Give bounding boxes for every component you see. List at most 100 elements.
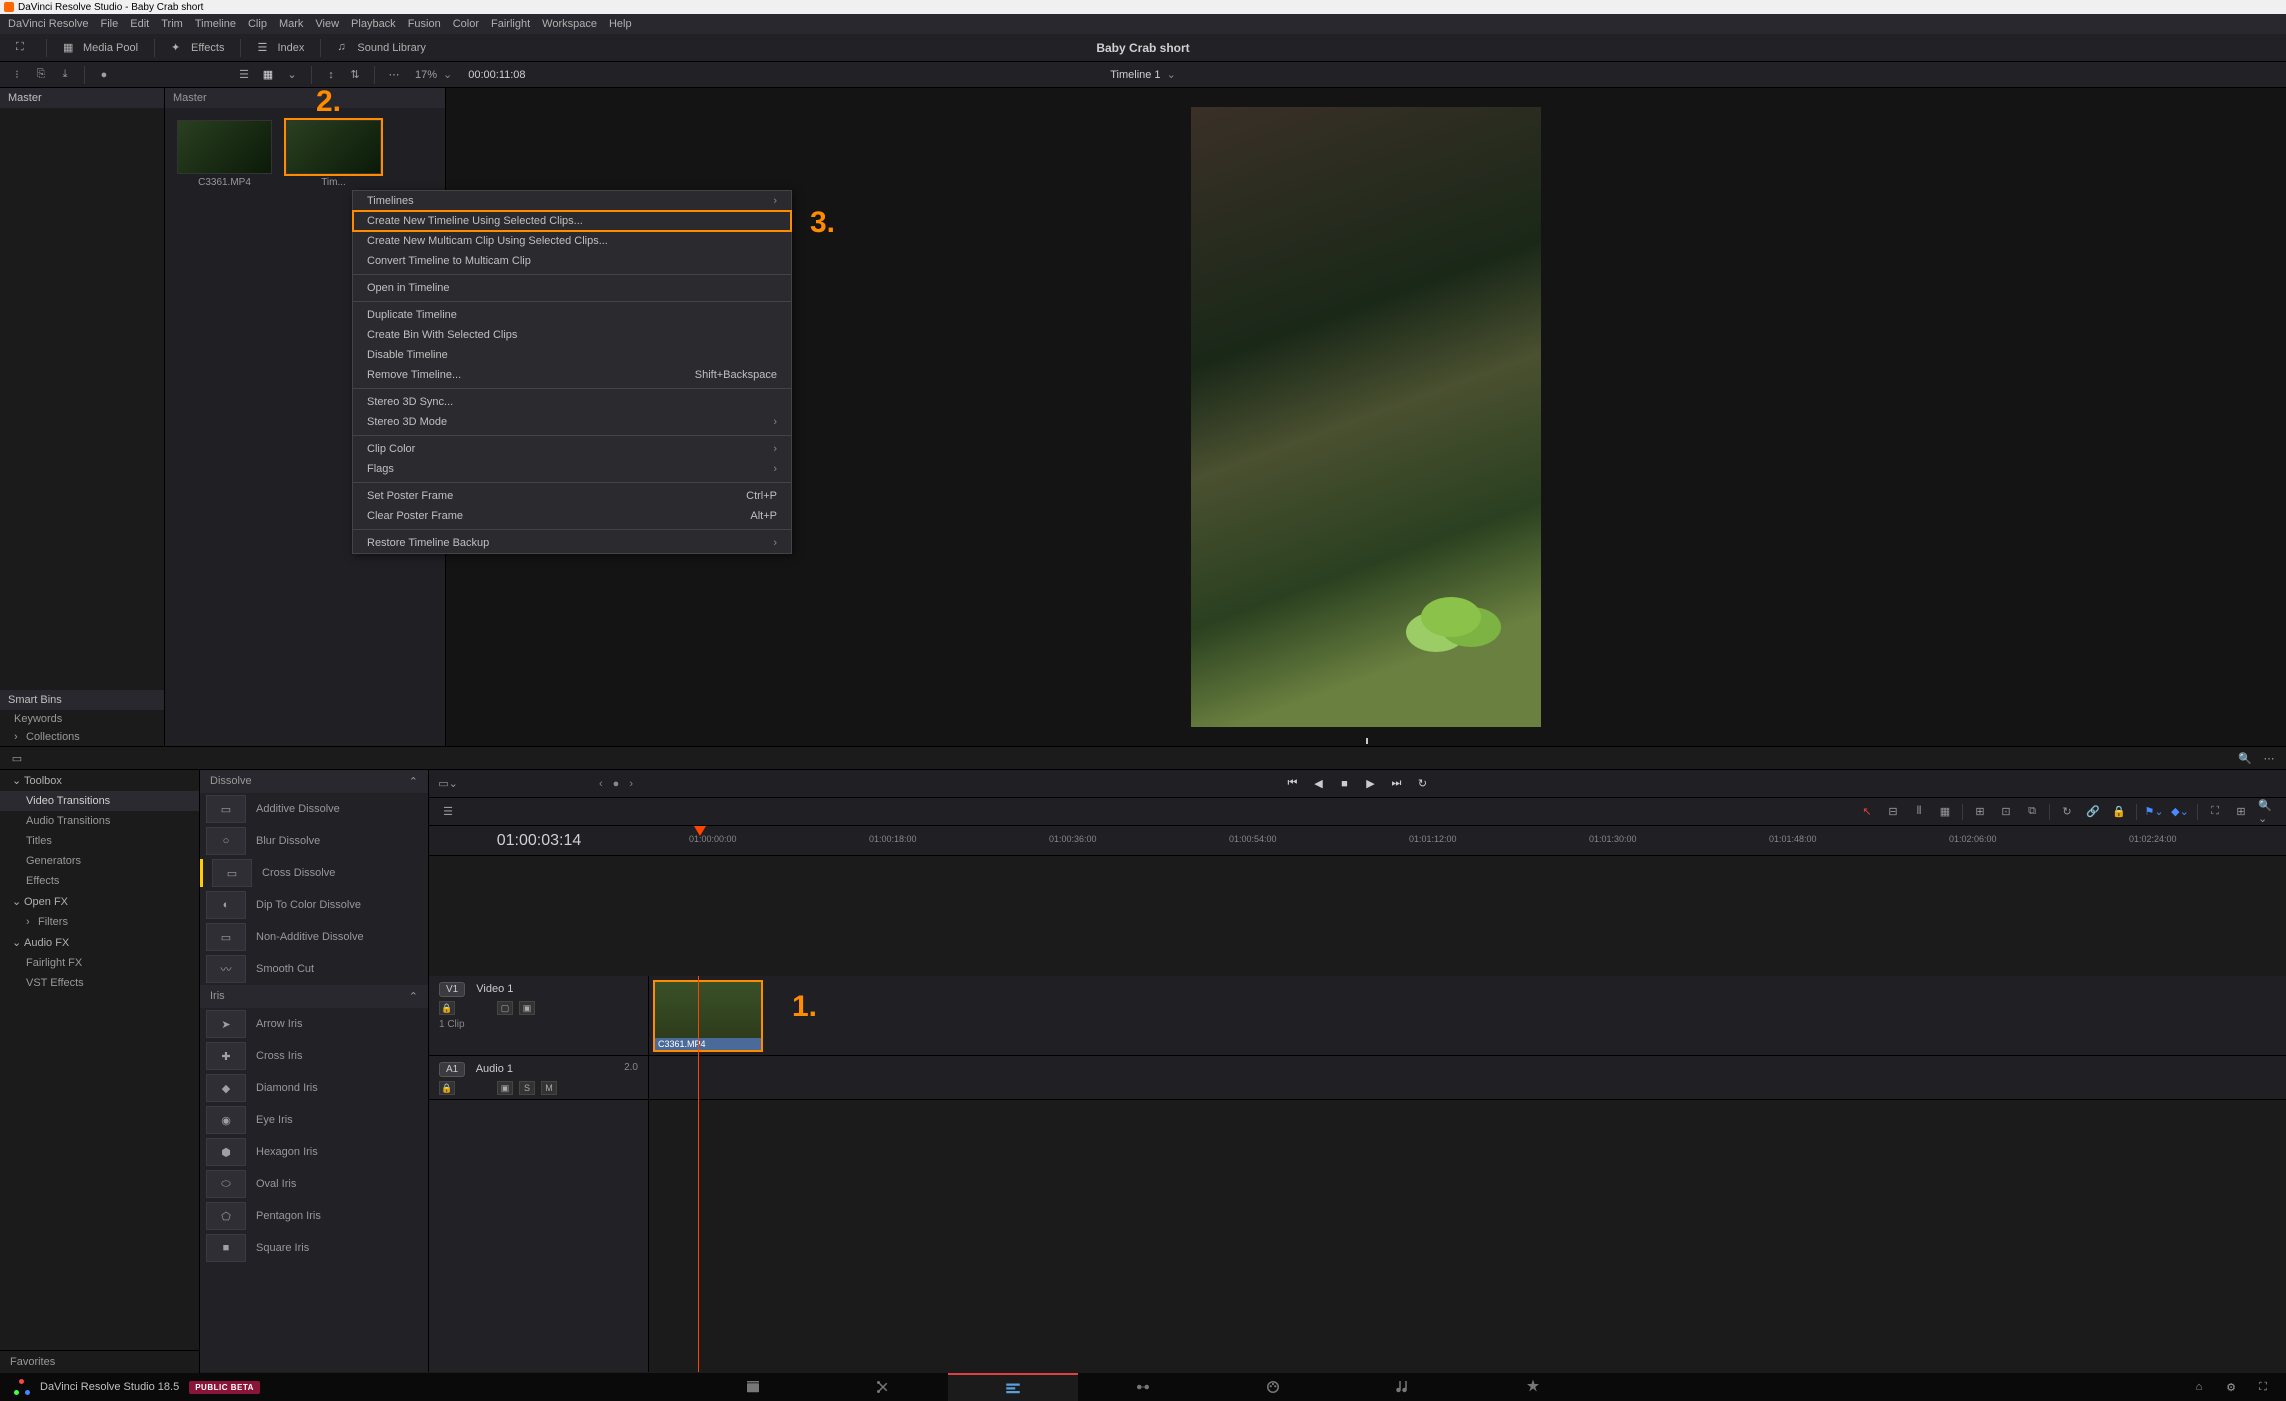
page-fairlight[interactable] [1338, 1373, 1468, 1401]
ctx-create-bin[interactable]: Create Bin With Selected Clips [353, 325, 791, 345]
effect-item[interactable]: ▭Additive Dissolve [200, 793, 428, 825]
import-icon[interactable]: ⤓ [56, 66, 74, 84]
ctx-convert-multicam[interactable]: Convert Timeline to Multicam Clip [353, 251, 791, 271]
fullscreen-icon[interactable]: ⛶ [2254, 1378, 2272, 1396]
page-deliver[interactable] [1468, 1373, 1598, 1401]
marker-dot-icon[interactable]: ● [613, 778, 620, 790]
grid-view-icon[interactable]: ▦ [259, 66, 277, 84]
zoom-level[interactable]: 17% [415, 69, 437, 81]
menu-mark[interactable]: Mark [279, 18, 303, 30]
video-track-lane[interactable]: C3361.MP4 [649, 976, 2286, 1056]
menu-trim[interactable]: Trim [161, 18, 183, 30]
lock-icon[interactable]: 🔒 [2110, 804, 2128, 820]
ctx-set-poster[interactable]: Set Poster FrameCtrl+P [353, 486, 791, 506]
chevron-down-icon[interactable]: ⌄ [283, 66, 301, 84]
ctx-open-timeline[interactable]: Open in Timeline [353, 278, 791, 298]
search-icon[interactable]: 🔍 [2236, 749, 2254, 767]
nav-video-transitions[interactable]: Video Transitions [0, 791, 199, 811]
video-track-header[interactable]: V1 Video 1 🔒 ▢ ▣ 1 Clip [429, 976, 648, 1056]
options-icon[interactable]: ⋯ [2260, 749, 2278, 767]
next-marker-icon[interactable]: › [629, 778, 633, 790]
ctx-remove-timeline[interactable]: Remove Timeline...Shift+Backspace [353, 365, 791, 385]
effect-item[interactable]: ➤Arrow Iris [200, 1008, 428, 1040]
audio-track-header[interactable]: A1 Audio 1 2.0 🔒 ▣ S M [429, 1056, 648, 1100]
playhead-line[interactable] [698, 976, 699, 1372]
list-view-icon[interactable]: ☰ [235, 66, 253, 84]
effects-button[interactable]: ✦Effects [163, 38, 232, 58]
loop-icon[interactable]: ↻ [1416, 777, 1430, 791]
sort-icon[interactable]: ↕ [322, 66, 340, 84]
track-solo-icon[interactable]: S [519, 1081, 535, 1095]
clip-thumb-selected[interactable]: Tim... [286, 120, 381, 188]
nav-fairlight-fx[interactable]: Fairlight FX [0, 953, 199, 973]
blade-tool-icon[interactable]: ▦ [1936, 804, 1954, 820]
timeline-clip[interactable]: C3361.MP4 [653, 980, 763, 1052]
page-edit[interactable] [948, 1373, 1078, 1401]
ctx-timelines[interactable]: Timelines› [353, 191, 791, 211]
page-fusion[interactable] [1078, 1373, 1208, 1401]
goto-end-icon[interactable]: ⏭ [1390, 777, 1404, 791]
link-clips-icon[interactable]: 🔗 [2084, 804, 2102, 820]
ctx-duplicate-timeline[interactable]: Duplicate Timeline [353, 305, 791, 325]
menu-clip[interactable]: Clip [248, 18, 267, 30]
step-back-icon[interactable]: ◀ [1312, 777, 1326, 791]
effect-item[interactable]: ◐Dip To Color Dissolve [200, 889, 428, 921]
viewer-scrubber[interactable] [446, 736, 2286, 746]
effect-item[interactable]: ✚Cross Iris [200, 1040, 428, 1072]
dynamic-trim-icon[interactable]: ⫴ [1910, 804, 1928, 820]
track-arm-icon[interactable]: ▣ [497, 1081, 513, 1095]
menu-edit[interactable]: Edit [130, 18, 149, 30]
track-toggle-icon[interactable]: ▣ [519, 1001, 535, 1015]
ctx-restore-backup[interactable]: Restore Timeline Backup› [353, 533, 791, 553]
index-button[interactable]: ☰Index [249, 38, 312, 58]
viewer-mode-icon[interactable]: ▭⌄ [439, 776, 457, 792]
page-media[interactable] [688, 1373, 818, 1401]
ctx-clear-poster[interactable]: Clear Poster FrameAlt+P [353, 506, 791, 526]
smart-bin-keywords[interactable]: Keywords [0, 710, 164, 728]
effect-item[interactable]: ■Square Iris [200, 1232, 428, 1264]
zoom-detail-icon[interactable]: ⊞ [2232, 804, 2250, 820]
nav-audio-transitions[interactable]: Audio Transitions [0, 811, 199, 831]
trim-tool-icon[interactable]: ⊟ [1884, 804, 1902, 820]
settings-gear-icon[interactable]: ⚙ [2222, 1378, 2240, 1396]
overwrite-icon[interactable]: ⊡ [1997, 804, 2015, 820]
track-lock-icon[interactable]: 🔒 [439, 1001, 455, 1015]
expand-icon[interactable]: ⛶ [8, 38, 38, 58]
track-mute-icon[interactable]: M [541, 1081, 557, 1095]
effect-item[interactable]: ◉Eye Iris [200, 1104, 428, 1136]
zoom-fit-icon[interactable]: ⛶ [2206, 804, 2224, 820]
audio-track-lane[interactable] [649, 1056, 2286, 1100]
nav-vst-effects[interactable]: VST Effects [0, 973, 199, 993]
effect-item[interactable]: ⬠Pentagon Iris [200, 1200, 428, 1232]
nav-generators[interactable]: Generators [0, 851, 199, 871]
menu-fairlight[interactable]: Fairlight [491, 18, 530, 30]
nav-filters[interactable]: ›Filters [0, 912, 199, 932]
selection-tool-icon[interactable]: ↖ [1858, 804, 1876, 820]
nav-effects[interactable]: Effects [0, 871, 199, 891]
menu-davinci[interactable]: DaVinci Resolve [8, 18, 89, 30]
menu-fusion[interactable]: Fusion [408, 18, 441, 30]
ctx-stereo-sync[interactable]: Stereo 3D Sync... [353, 392, 791, 412]
page-cut[interactable] [818, 1373, 948, 1401]
menu-workspace[interactable]: Workspace [542, 18, 597, 30]
prev-marker-icon[interactable]: ‹ [599, 778, 603, 790]
nav-titles[interactable]: Titles [0, 831, 199, 851]
ctx-stereo-mode[interactable]: Stereo 3D Mode› [353, 412, 791, 432]
nav-toolbox[interactable]: ⌄Toolbox [0, 770, 199, 791]
smart-bin-collections[interactable]: ›Collections [0, 728, 164, 746]
record-icon[interactable]: ● [95, 66, 113, 84]
effect-item[interactable]: ○Blur Dissolve [200, 825, 428, 857]
effect-item[interactable]: ▭Non-Additive Dissolve [200, 921, 428, 953]
clip-thumb[interactable]: C3361.MP4 [177, 120, 272, 188]
timeline-view-icon[interactable]: ☰ [439, 804, 457, 820]
nav-openfx[interactable]: ⌄Open FX [0, 891, 199, 912]
goto-start-icon[interactable]: ⏮ [1286, 777, 1300, 791]
insert-icon[interactable]: ⊞ [1971, 804, 1989, 820]
effect-item[interactable]: ⬭Oval Iris [200, 1168, 428, 1200]
effect-item[interactable]: ▭Cross Dissolve [200, 857, 428, 889]
ctx-flags[interactable]: Flags› [353, 459, 791, 479]
ctx-create-multicam[interactable]: Create New Multicam Clip Using Selected … [353, 231, 791, 251]
zoom-custom-icon[interactable]: 🔍⌄ [2258, 804, 2276, 820]
menu-view[interactable]: View [315, 18, 339, 30]
panel-resize-icon[interactable]: ▭ [8, 749, 26, 767]
